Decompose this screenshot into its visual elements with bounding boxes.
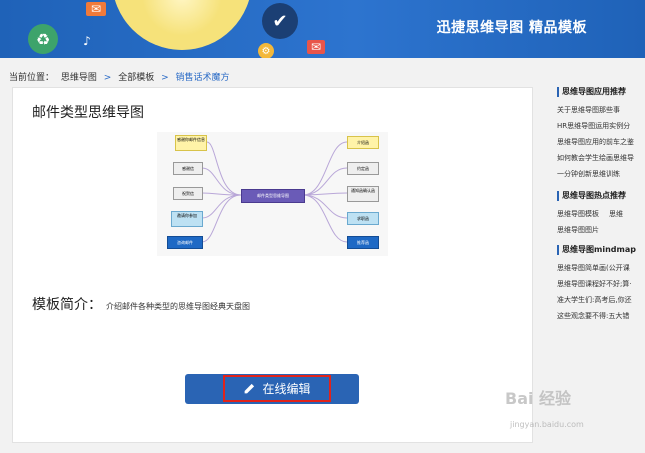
mindmap-node: 咨询邮件 bbox=[167, 236, 203, 249]
sidebar-link[interactable]: 思维导图图片 bbox=[557, 225, 645, 236]
mindmap-preview: 感谢你邮件信息 感谢信 祝贺信 邀请你参加 咨询邮件 邮件类型思维导图 介绍函 … bbox=[157, 132, 388, 256]
intro-label: 模板简介： bbox=[32, 297, 102, 313]
sidebar-link[interactable]: 一分钟创新思维训练 bbox=[557, 169, 645, 180]
sidebar-link[interactable]: 思维导图简单画(公开课 bbox=[557, 263, 645, 274]
header-banner: ✉ ♻ ♪ ✔ ⚙ ✉ 迅捷思维导图 精品模板 bbox=[0, 0, 645, 58]
mindmap-node: 推荐函 bbox=[347, 236, 379, 249]
breadcrumb: 当前位置： 思维导图 > 全部模板 > 销售话术魔方 bbox=[9, 70, 234, 83]
breadcrumb-item-templates[interactable]: 全部模板 bbox=[118, 73, 154, 83]
lightbulb-glow bbox=[112, 0, 252, 50]
mindmap-node: 祝贺信 bbox=[173, 187, 203, 200]
breadcrumb-prefix: 当前位置： bbox=[9, 73, 55, 83]
sidebar-link[interactable]: 思维导图应用的前车之鉴 bbox=[557, 137, 645, 148]
breadcrumb-item-current[interactable]: 销售话术魔方 bbox=[176, 73, 230, 83]
sidebar-link-row: 思维导图模板 思维 bbox=[557, 209, 645, 220]
sidebar-link[interactable]: 思维 bbox=[609, 210, 623, 218]
breadcrumb-item-mindmap[interactable]: 思维导图 bbox=[61, 73, 97, 83]
pencil-icon bbox=[245, 383, 255, 394]
mindmap-node: 感谢你邮件信息 bbox=[175, 135, 207, 151]
mindmap-node: 邀请你参加 bbox=[171, 211, 203, 227]
baidu-watermark: Bai 经验 bbox=[505, 389, 572, 408]
check-circle-icon: ✔ bbox=[262, 3, 298, 39]
sidebar-link[interactable]: 思维导图课程好不好;算· bbox=[557, 279, 645, 290]
site-title: 迅捷思维导图 精品模板 bbox=[436, 20, 587, 36]
sidebar-section-title: 思维导图热点推荐 bbox=[557, 191, 645, 201]
intro-text: 介绍邮件各种类型的思维导图经典天盘图 bbox=[106, 302, 250, 311]
sidebar-link[interactable]: HR思维导图运用实例分 bbox=[557, 121, 645, 132]
music-note-icon: ♪ bbox=[83, 34, 91, 48]
mindmap-node: 介绍函 bbox=[347, 136, 379, 149]
sidebar-link[interactable]: 关于思维导图那些事 bbox=[557, 105, 645, 116]
breadcrumb-separator: > bbox=[161, 73, 169, 83]
envelope-icon: ✉ bbox=[307, 40, 325, 54]
mindmap-node: 约定函 bbox=[347, 162, 379, 175]
mindmap-node: 感谢信 bbox=[173, 162, 203, 175]
breadcrumb-separator: > bbox=[103, 73, 112, 83]
template-card: 邮件类型思维导图 感谢你邮件信息 感谢信 祝贺信 邀请你参加 咨询邮件 邮件类型… bbox=[12, 87, 533, 443]
baidu-watermark-url: jingyan.baidu.com bbox=[510, 420, 584, 429]
sidebar-link[interactable]: 思维导图模板 bbox=[557, 210, 599, 218]
template-intro: 模板简介： 介绍邮件各种类型的思维导图经典天盘图 bbox=[32, 294, 250, 314]
sidebar-link[interactable]: 准大学生们:高考后,你还 bbox=[557, 295, 645, 306]
sidebar-section-title: 思维导图应用推荐 bbox=[557, 87, 645, 97]
gear-icon: ⚙ bbox=[258, 43, 274, 58]
sidebar-section-title: 思维导图mindmap bbox=[557, 245, 645, 255]
template-title: 邮件类型思维导图 bbox=[32, 105, 144, 121]
online-edit-highlight[interactable]: 在线编辑 bbox=[223, 375, 331, 402]
online-edit-button[interactable]: 在线编辑 bbox=[185, 374, 359, 404]
mindmap-node: 通知函确认函 bbox=[347, 186, 379, 202]
mindmap-center-node: 邮件类型思维导图 bbox=[241, 189, 305, 203]
mindmap-node: 求职函 bbox=[347, 212, 379, 225]
online-edit-label: 在线编辑 bbox=[262, 382, 311, 396]
sidebar-link[interactable]: 这些观念要不得:五大错 bbox=[557, 311, 645, 322]
sidebar-link[interactable]: 如何教会学生绘画思维导 bbox=[557, 153, 645, 164]
envelope-icon: ✉ bbox=[86, 2, 106, 16]
recycle-icon: ♻ bbox=[28, 24, 58, 54]
sidebar: 思维导图应用推荐 关于思维导图那些事 HR思维导图运用实例分 思维导图应用的前车… bbox=[557, 87, 645, 427]
